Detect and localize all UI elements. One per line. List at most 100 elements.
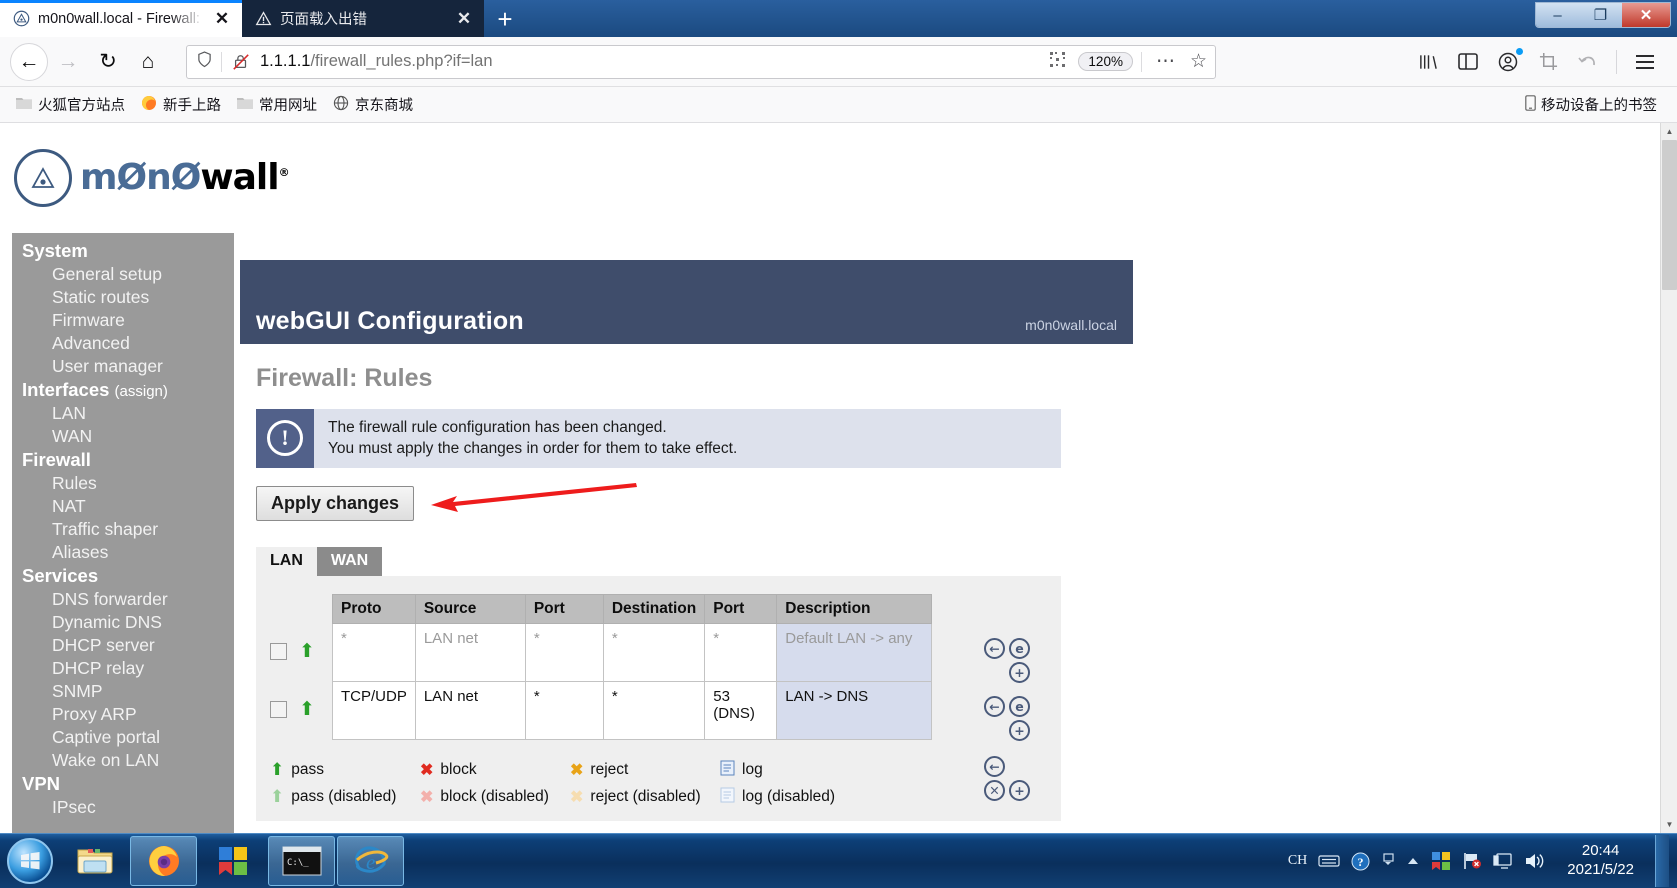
bookmark-item[interactable]: 京东商城 [325,91,421,118]
sidebar-item-aliases[interactable]: Aliases [12,541,234,564]
delete-rule-icon[interactable]: ✕ [984,779,1005,801]
bookmark-star-icon[interactable]: ☆ [1190,50,1207,73]
up-arrow-green-icon[interactable]: ⬆ [299,700,315,719]
table-row[interactable]: TCP/UDP LAN net * * 53 (DNS) LAN -> DNS [332,680,933,740]
undo-icon[interactable] [1570,45,1606,79]
folder-icon [237,96,253,114]
sidebar-item-traffic-shaper[interactable]: Traffic shaper [12,518,234,541]
legend-label: log (disabled) [742,787,836,805]
monowall-logo: mØnØwall® [0,123,290,233]
table-row[interactable]: * LAN net * * * Default LAN -> any [332,622,933,682]
account-icon[interactable] [1490,45,1526,79]
sidebar-item-nat[interactable]: NAT [12,495,234,518]
sidebar-item-user-manager[interactable]: User manager [12,355,234,378]
sidebar-item-dhcp-relay[interactable]: DHCP relay [12,657,234,680]
keyboard-icon[interactable] [1318,854,1340,868]
page-actions-icon[interactable]: ⋯ [1150,50,1182,73]
windows-flag-icon[interactable] [1431,851,1451,871]
minimize-button[interactable]: – [1536,3,1579,27]
taskbar-item-explorer[interactable] [61,836,128,886]
back-icon[interactable]: ← [10,42,48,81]
sidebar-item-snmp[interactable]: SNMP [12,680,234,703]
shield-icon[interactable] [195,51,213,72]
sidebar-group-system[interactable]: System [12,239,234,263]
add-rule-icon[interactable]: + [1009,779,1030,801]
move-rule-icon[interactable]: ← [984,637,1005,659]
page-scrollbar[interactable]: ▲ ▼ [1660,123,1677,833]
bookmark-item[interactable]: 火狐官方站点 [8,91,133,118]
reload-icon[interactable]: ↻ [88,42,128,82]
edit-rule-icon[interactable]: e [1009,637,1030,659]
sidebar-item-rules[interactable]: Rules [12,472,234,495]
address-bar[interactable]: 1.1.1.1/firewall_rules.php?if=lan 120% ⋯… [186,44,1216,79]
move-rule-icon[interactable]: ← [984,695,1005,717]
chevron-up-icon[interactable] [1406,856,1420,866]
zoom-level-badge[interactable]: 120% [1078,52,1133,71]
maximize-button[interactable]: ❐ [1579,3,1622,27]
sidebar-assign-link[interactable]: (assign) [115,383,168,400]
row-checkbox[interactable] [270,642,287,660]
taskbar-clock[interactable]: 20:44 2021/5/22 [1557,842,1644,880]
home-icon[interactable]: ⌂ [128,42,168,82]
scroll-down-icon[interactable]: ▼ [1661,816,1677,833]
mobile-bookmarks[interactable]: 移动设备上的书签 [1525,94,1669,115]
apply-changes-button[interactable]: Apply changes [256,485,415,521]
forward-icon[interactable]: → [48,42,88,82]
add-rule-icon[interactable]: + [1009,661,1030,683]
sidebar-item-wake-on-lan[interactable]: Wake on LAN [12,749,234,772]
sidebar-icon[interactable] [1450,45,1486,79]
up-arrow-green-icon[interactable]: ⬆ [299,642,315,661]
bookmark-item[interactable]: 新手上路 [133,91,229,118]
sidebar-item-ipsec[interactable]: IPsec [12,796,234,819]
taskbar-item-terminal[interactable]: C:\_ [268,836,335,886]
sidebar-item-dynamic-dns[interactable]: Dynamic DNS [12,611,234,634]
taskbar-item-windows-store[interactable] [199,836,266,886]
tab-close-icon[interactable]: ✕ [454,9,474,29]
sidebar-group-services[interactable]: Services [12,564,234,588]
library-icon[interactable] [1410,45,1446,79]
show-desktop-button[interactable] [1655,835,1669,887]
url-text[interactable]: 1.1.1.1/firewall_rules.php?if=lan [260,52,1042,71]
bookmark-item[interactable]: 常用网址 [229,91,325,118]
tab-lan[interactable]: LAN [256,546,317,576]
scrollbar-thumb[interactable] [1662,140,1677,290]
new-tab-button[interactable]: + [484,0,526,37]
sidebar-group-interfaces[interactable]: Interfaces (assign) [12,378,234,402]
network-flag-icon[interactable] [1462,851,1482,871]
tab-wan[interactable]: WAN [316,546,383,576]
sidebar-group-firewall[interactable]: Firewall [12,448,234,472]
window-icon[interactable] [1381,853,1395,869]
row-checkbox[interactable] [270,700,287,718]
sidebar-item-firmware[interactable]: Firmware [12,309,234,332]
edit-rule-icon[interactable]: e [1009,695,1030,717]
sidebar-item-wan[interactable]: WAN [12,425,234,448]
volume-icon[interactable] [1524,852,1546,870]
browser-tab-active[interactable]: m0n0wall.local - Firewall: Rul ✕ [0,0,242,37]
sidebar-item-proxy-arp[interactable]: Proxy ARP [12,703,234,726]
sidebar-item-general-setup[interactable]: General setup [12,263,234,286]
move-rule-icon[interactable]: ← [984,755,1005,777]
sidebar-group-vpn[interactable]: VPN [12,772,234,796]
menu-icon[interactable] [1627,45,1663,79]
start-button[interactable] [0,835,60,887]
qr-code-icon[interactable] [1050,51,1070,72]
monitor-icon[interactable] [1493,852,1513,871]
svg-text:?: ? [1358,855,1364,869]
taskbar-item-internet-explorer[interactable]: e [337,836,404,886]
sidebar-item-dns-forwarder[interactable]: DNS forwarder [12,588,234,611]
sidebar-item-dhcp-server[interactable]: DHCP server [12,634,234,657]
help-icon[interactable]: ? [1351,852,1370,871]
sidebar-item-advanced[interactable]: Advanced [12,332,234,355]
close-window-button[interactable]: ✕ [1622,3,1670,27]
insecure-lock-icon[interactable] [230,52,252,72]
sidebar-item-captive-portal[interactable]: Captive portal [12,726,234,749]
add-rule-icon[interactable]: + [1009,719,1030,741]
taskbar-item-firefox[interactable] [130,836,197,886]
browser-tab-inactive[interactable]: 页面载入出错 ✕ [242,0,484,37]
tab-close-icon[interactable]: ✕ [212,9,232,29]
scroll-up-icon[interactable]: ▲ [1661,123,1677,140]
sidebar-item-lan[interactable]: LAN [12,402,234,425]
sidebar-item-static-routes[interactable]: Static routes [12,286,234,309]
ime-indicator[interactable]: CH [1288,853,1307,869]
screenshot-icon[interactable] [1530,45,1566,79]
